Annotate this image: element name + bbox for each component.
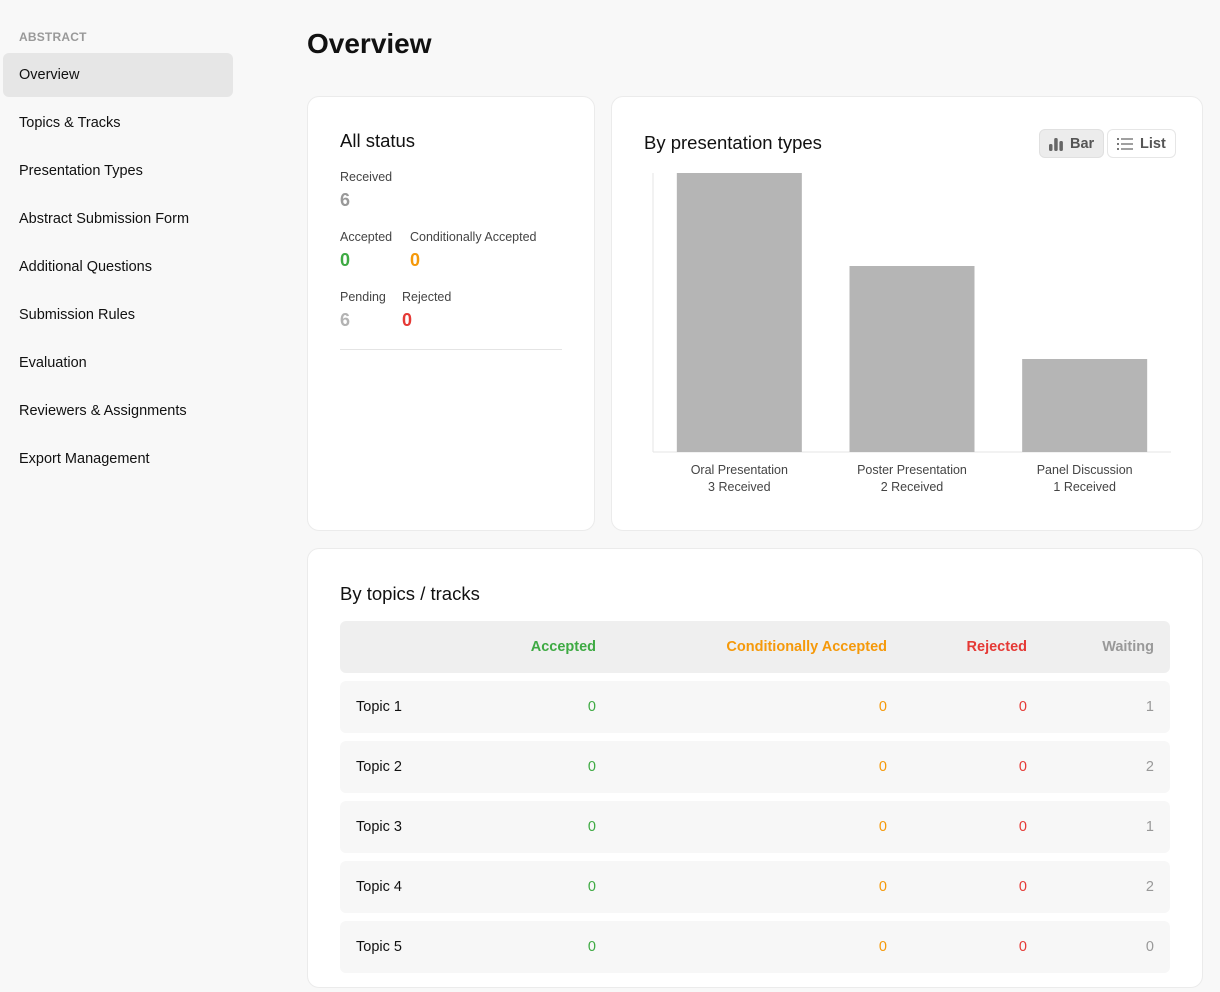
stat-value: 0 bbox=[402, 310, 413, 330]
stat-label: Pending bbox=[340, 290, 386, 304]
stat-label: Rejected bbox=[402, 290, 452, 304]
sidebar-item-additional-questions[interactable]: Additional Questions bbox=[3, 245, 233, 289]
stat-received: Received 6 bbox=[340, 170, 392, 211]
x-tick-label: Panel Discussion bbox=[1037, 463, 1133, 477]
sidebar-item-label: Overview bbox=[19, 67, 80, 83]
sidebar-item-overview[interactable]: Overview bbox=[3, 53, 233, 97]
sidebar-item-export-management[interactable]: Export Management bbox=[3, 437, 233, 481]
data-label: 2 Received bbox=[881, 480, 944, 494]
table-row: Topic 5 0 0 0 0 bbox=[340, 921, 1170, 973]
sidebar-item-label: Evaluation bbox=[19, 355, 87, 371]
topic-name: Topic 1 bbox=[356, 699, 402, 715]
accepted-count: 0 bbox=[587, 699, 596, 715]
column-header-waiting: Waiting bbox=[1102, 639, 1154, 655]
topic-name: Topic 5 bbox=[356, 939, 402, 955]
topics-tracks-card: By topics / tracks Accepted Conditionall… bbox=[307, 548, 1203, 988]
rejected-count: 0 bbox=[1018, 699, 1027, 715]
divider bbox=[340, 349, 562, 350]
rejected-count: 0 bbox=[1018, 759, 1027, 775]
rejected-count: 0 bbox=[1018, 819, 1027, 835]
conditionally-accepted-count: 0 bbox=[878, 819, 887, 835]
table-row: Topic 4 0 0 0 2 bbox=[340, 861, 1170, 913]
sidebar-item-label: Export Management bbox=[19, 451, 150, 467]
sidebar-item-label: Abstract Submission Form bbox=[19, 211, 190, 227]
stat-value: 0 bbox=[340, 250, 351, 270]
presentation-types-chart: Oral Presentation 3 Received Poster Presen… bbox=[652, 173, 1171, 494]
all-status-card: All status Received 6 Accepted 0 Conditi… bbox=[307, 96, 595, 531]
page-title: Overview bbox=[307, 28, 432, 59]
stat-label: Accepted bbox=[340, 230, 393, 244]
table-header: Accepted Conditionally Accepted Rejected… bbox=[340, 621, 1170, 673]
accepted-count: 0 bbox=[587, 819, 596, 835]
waiting-count: 1 bbox=[1145, 819, 1154, 835]
sidebar-item-reviewers-assignments[interactable]: Reviewers & Assignments bbox=[3, 389, 233, 433]
sidebar-item-evaluation[interactable]: Evaluation bbox=[3, 341, 233, 385]
card-title: By topics / tracks bbox=[340, 583, 480, 604]
table-row: Topic 1 0 0 0 1 bbox=[340, 681, 1170, 733]
conditionally-accepted-count: 0 bbox=[878, 699, 887, 715]
sidebar-item-label: Additional Questions bbox=[19, 259, 152, 275]
conditionally-accepted-count: 0 bbox=[878, 879, 887, 895]
topic-name: Topic 4 bbox=[356, 879, 402, 895]
accepted-count: 0 bbox=[587, 939, 596, 955]
rejected-count: 0 bbox=[1018, 879, 1027, 895]
sidebar-item-topics-tracks[interactable]: Topics & Tracks bbox=[3, 101, 233, 145]
rejected-count: 0 bbox=[1018, 939, 1027, 955]
topic-name: Topic 2 bbox=[356, 759, 402, 775]
column-header-conditionally-accepted: Conditionally Accepted bbox=[726, 639, 887, 655]
stat-value: 6 bbox=[340, 310, 351, 330]
accepted-count: 0 bbox=[587, 759, 596, 775]
topics-table: Accepted Conditionally Accepted Rejected… bbox=[340, 621, 1170, 981]
bar-oral-presentation bbox=[676, 173, 802, 452]
sidebar-item-presentation-types[interactable]: Presentation Types bbox=[3, 149, 233, 193]
stat-label: Conditionally Accepted bbox=[410, 230, 537, 244]
sidebar-item-label: Reviewers & Assignments bbox=[19, 403, 187, 419]
waiting-count: 0 bbox=[1145, 939, 1154, 955]
table-row: Topic 3 0 0 0 1 bbox=[340, 801, 1170, 853]
sidebar-section-label: ABSTRACT bbox=[19, 30, 87, 44]
bar-panel-discussion bbox=[1022, 359, 1148, 452]
stat-accepted: Accepted 0 bbox=[340, 230, 392, 271]
waiting-count: 1 bbox=[1145, 699, 1154, 715]
column-header-accepted: Accepted bbox=[530, 639, 596, 655]
sidebar-item-label: Topics & Tracks bbox=[19, 115, 121, 131]
waiting-count: 2 bbox=[1145, 879, 1154, 895]
topic-name: Topic 3 bbox=[356, 819, 402, 835]
sidebar-item-submission-rules[interactable]: Submission Rules bbox=[3, 293, 233, 337]
sidebar: ABSTRACT Overview Topics & Tracks Presen… bbox=[0, 0, 240, 992]
bar-poster-presentation bbox=[849, 266, 975, 452]
stat-label: Received bbox=[340, 170, 393, 184]
sidebar-item-label: Submission Rules bbox=[19, 307, 136, 323]
waiting-count: 2 bbox=[1145, 759, 1154, 775]
stat-value: 6 bbox=[340, 190, 351, 210]
table-row: Topic 2 0 0 0 2 bbox=[340, 741, 1170, 793]
conditionally-accepted-count: 0 bbox=[878, 759, 887, 775]
sidebar-item-abstract-submission-form[interactable]: Abstract Submission Form bbox=[3, 197, 233, 241]
data-label: 1 Received bbox=[1053, 480, 1116, 494]
card-title: All status bbox=[340, 130, 416, 151]
stat-conditionally-accepted: Conditionally Accepted 0 bbox=[410, 230, 536, 271]
accepted-count: 0 bbox=[587, 879, 596, 895]
conditionally-accepted-count: 0 bbox=[878, 939, 887, 955]
sidebar-item-label: Presentation Types bbox=[19, 163, 143, 179]
x-tick-label: Poster Presentation bbox=[857, 463, 967, 477]
stat-pending: Pending 6 bbox=[340, 290, 386, 331]
data-label: 3 Received bbox=[708, 480, 771, 494]
stat-rejected: Rejected 0 bbox=[402, 290, 451, 331]
column-header-rejected: Rejected bbox=[966, 639, 1027, 655]
x-tick-label: Oral Presentation bbox=[691, 463, 788, 477]
stat-value: 0 bbox=[410, 250, 421, 270]
presentation-types-card: By presentation types Bar List Oral Pres… bbox=[611, 96, 1203, 531]
